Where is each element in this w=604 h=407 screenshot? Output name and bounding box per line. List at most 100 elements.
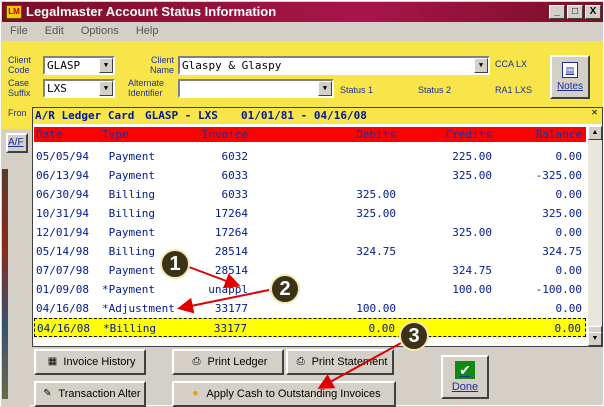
client-name-field[interactable]: Glaspy & Glaspy ▼ xyxy=(178,56,490,75)
chevron-down-icon[interactable]: ▼ xyxy=(99,58,113,73)
table-row[interactable]: 12/01/94 Payment 17264 325.00 0.00 xyxy=(34,223,586,242)
print-ledger-label: Print Ledger xyxy=(207,356,268,368)
notes-button[interactable]: ▤ Notes xyxy=(550,55,590,99)
ledger-rows: 05/05/94 Payment 6032 225.00 0.00 06/13/94 P… xyxy=(34,147,586,337)
cell-date: 05/14/98 xyxy=(36,245,89,258)
background-strip xyxy=(2,169,8,399)
menu-edit[interactable]: Edit xyxy=(45,25,64,37)
menu-bar: File Edit Options Help xyxy=(2,22,603,40)
cell-date: 12/01/94 xyxy=(36,226,89,239)
edit-icon: ✎ xyxy=(43,388,52,400)
cell-balance: -325.00 xyxy=(535,169,582,182)
annotation-1: 1 xyxy=(160,249,190,279)
table-row[interactable]: 07/07/98 Payment 28514 324.75 0.00 xyxy=(34,261,586,280)
cell-credits: 324.75 xyxy=(452,264,492,277)
cell-balance: 0.00 xyxy=(555,188,583,201)
client-code-value: GLASP xyxy=(47,59,81,72)
legalmaster-app-icon: LM xyxy=(6,5,22,19)
cell-invoice: 17264 xyxy=(214,226,248,239)
cell-credits: 325.00 xyxy=(452,226,492,239)
col-invoice[interactable]: Invoice xyxy=(202,127,248,142)
maximize-button[interactable]: □ xyxy=(567,5,583,19)
cell-balance: 0.00 xyxy=(555,264,583,277)
case-suffix-value: LXS xyxy=(47,82,67,95)
notes-label: Notes xyxy=(556,81,584,92)
table-row[interactable]: 05/14/98 Billing 28514 324.75 324.75 xyxy=(34,242,586,261)
invoice-history-button[interactable]: ▦ Invoice History xyxy=(34,349,146,375)
table-row[interactable]: 10/31/94 Billing 17264 325.00 325.00 xyxy=(34,204,586,223)
ledger-account: GLASP - LXS xyxy=(145,109,218,122)
ledger-scrollbar[interactable]: ▲ ▼ xyxy=(588,126,602,346)
alternate-identifier-label: Alternate Identifier xyxy=(128,78,165,98)
code1-text: CCA LX xyxy=(495,59,528,69)
ledger-close-icon[interactable]: ✕ xyxy=(589,108,600,119)
menu-options[interactable]: Options xyxy=(81,25,119,37)
table-row[interactable]: 05/05/94 Payment 6032 225.00 0.00 xyxy=(34,147,586,166)
ledger-title: A/R Ledger Card xyxy=(35,109,135,122)
cell-date: 07/07/98 xyxy=(36,264,89,277)
ar-button[interactable]: A/F xyxy=(6,133,28,153)
ar-ledger-card: A/R Ledger Card GLASP - LXS 01/01/81 - 0… xyxy=(32,107,603,347)
table-row[interactable]: 01/09/08 *Payment unappl 100.00 -100.00 xyxy=(34,280,586,299)
col-credits[interactable]: Credits xyxy=(446,127,492,142)
cell-balance: 0.00 xyxy=(554,322,582,335)
cell-date: 01/09/08 xyxy=(36,283,89,296)
apply-cash-label: Apply Cash to Outstanding Invoices xyxy=(206,388,381,400)
col-type[interactable]: Type xyxy=(102,127,129,142)
left-panel: A/F xyxy=(2,129,30,407)
cell-invoice: 33177 xyxy=(213,322,247,335)
cell-invoice: 6032 xyxy=(221,150,249,163)
coin-icon: ● xyxy=(192,388,199,400)
scroll-up-icon[interactable]: ▲ xyxy=(588,126,602,140)
table-row[interactable]: 04/16/08 *Billing 33177 0.00 0.00 xyxy=(34,318,586,337)
close-button[interactable]: X xyxy=(585,5,601,19)
col-balance[interactable]: Balance xyxy=(536,127,582,142)
cell-invoice: 17264 xyxy=(214,207,248,220)
checkmark-icon: ✔ xyxy=(455,361,475,379)
chevron-down-icon[interactable]: ▼ xyxy=(474,58,488,73)
status2-label: Status 2 xyxy=(418,85,452,95)
chevron-down-icon[interactable]: ▼ xyxy=(99,81,113,96)
cell-type: Billing xyxy=(102,207,155,220)
table-row[interactable]: 06/13/94 Payment 6033 325.00 -325.00 xyxy=(34,166,586,185)
chevron-down-icon[interactable]: ▼ xyxy=(318,81,332,96)
cell-balance: 0.00 xyxy=(555,150,583,163)
client-code-field[interactable]: GLASP ▼ xyxy=(43,56,115,75)
done-button[interactable]: ✔ Done xyxy=(441,355,489,399)
cell-type: Payment xyxy=(102,226,155,239)
client-name-label: Client Name xyxy=(149,55,174,75)
print-statement-label: Print Statement xyxy=(311,356,388,368)
print-statement-button[interactable]: ⎙ Print Statement xyxy=(286,349,394,375)
case-suffix-field[interactable]: LXS ▼ xyxy=(43,79,115,98)
transaction-alter-label: Transaction Alter xyxy=(58,388,141,400)
cell-credits: 100.00 xyxy=(452,283,492,296)
apply-cash-button[interactable]: ● Apply Cash to Outstanding Invoices xyxy=(172,381,396,407)
cell-debits: 325.00 xyxy=(356,188,396,201)
col-date[interactable]: Date xyxy=(36,127,63,142)
done-label: Done xyxy=(451,381,479,393)
cell-debits: 324.75 xyxy=(356,245,396,258)
table-row[interactable]: 06/30/94 Billing 6033 325.00 0.00 xyxy=(34,185,586,204)
code2-text: RA1 LXS xyxy=(495,85,533,95)
minimize-button[interactable]: _ xyxy=(549,5,565,19)
app-window: LM Legalmaster Account Status Informatio… xyxy=(0,0,604,407)
window-title: Legalmaster Account Status Information xyxy=(26,4,277,19)
table-row[interactable]: 04/16/08 *Adjustment 33177 100.00 0.00 xyxy=(34,299,586,318)
scroll-down-icon[interactable]: ▼ xyxy=(588,332,602,346)
transaction-alter-button[interactable]: ✎ Transaction Alter xyxy=(34,381,146,407)
menu-help[interactable]: Help xyxy=(136,25,159,37)
cell-type: *Adjustment xyxy=(102,302,175,315)
col-debits[interactable]: Debits xyxy=(356,127,396,142)
print-ledger-button[interactable]: ⎙ Print Ledger xyxy=(172,349,284,375)
cell-date: 04/16/08 xyxy=(37,322,90,335)
case-suffix-label: Case Suffix xyxy=(8,78,31,98)
cell-date: 10/31/94 xyxy=(36,207,89,220)
menu-file[interactable]: File xyxy=(10,25,28,37)
client-name-value: Glaspy & Glaspy xyxy=(182,59,282,72)
cell-type: Payment xyxy=(102,169,155,182)
history-icon: ▦ xyxy=(47,356,58,368)
printer-icon: ⎙ xyxy=(192,356,201,368)
alternate-identifier-field[interactable]: ▼ xyxy=(178,79,334,98)
cell-date: 05/05/94 xyxy=(36,150,89,163)
cell-debits: 0.00 xyxy=(368,322,396,335)
